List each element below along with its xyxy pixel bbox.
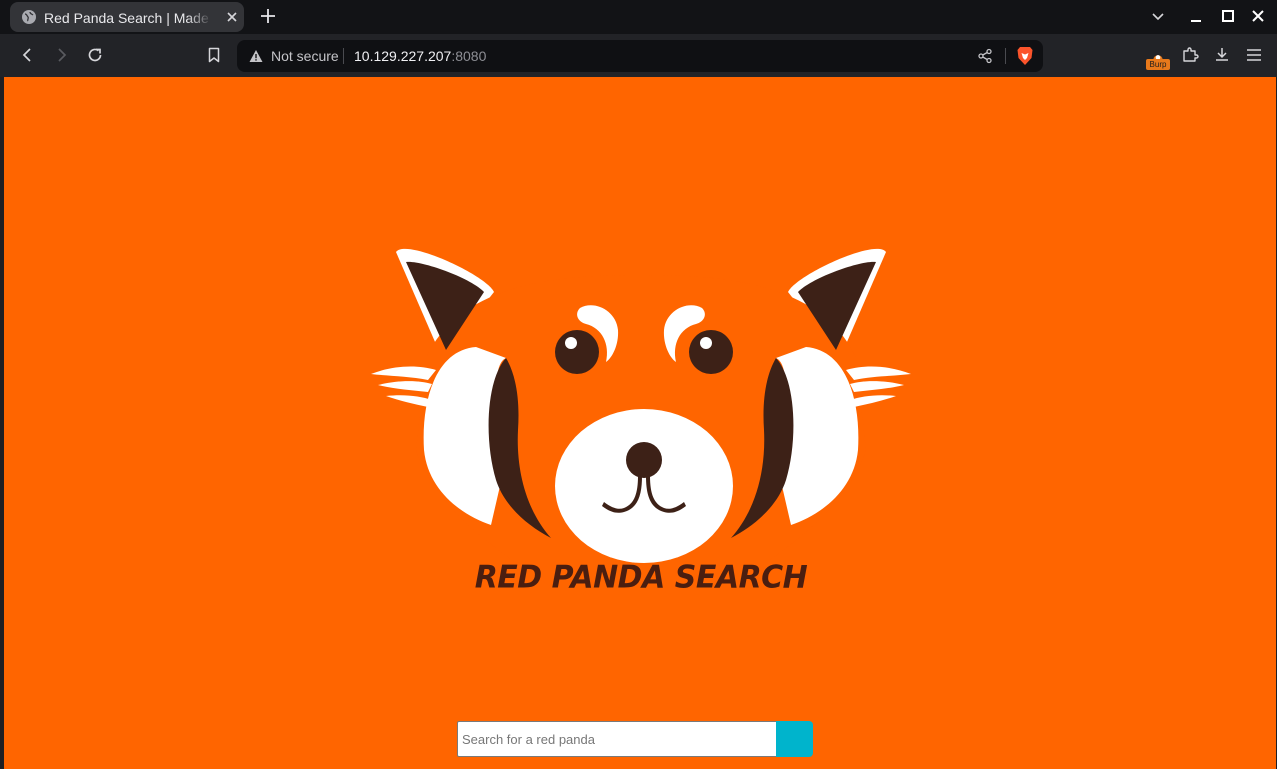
close-icon[interactable]: [224, 9, 240, 25]
tab-title: Red Panda Search | Made with Spring Boot: [44, 10, 212, 26]
search-button[interactable]: [776, 721, 813, 757]
url-host: 10.129.227.207: [354, 48, 452, 64]
hamburger-menu-icon[interactable]: [1244, 45, 1264, 65]
window-close-icon[interactable]: [1248, 6, 1268, 26]
brave-lion-icon[interactable]: [1016, 46, 1034, 66]
search-input[interactable]: [457, 721, 777, 757]
brand-title: RED PANDA SEARCH: [474, 559, 808, 596]
burp-label: Burp: [1146, 59, 1170, 70]
red-panda-logo: [371, 248, 911, 590]
warning-triangle-icon: [249, 50, 263, 62]
puzzle-icon[interactable]: [1180, 45, 1200, 65]
address-bar-divider: [1005, 48, 1006, 64]
plus-icon[interactable]: [258, 6, 278, 26]
chevron-down-icon[interactable]: [1148, 6, 1168, 26]
url-text[interactable]: 10.129.227.207:8080: [354, 47, 486, 65]
minimize-icon[interactable]: [1186, 6, 1206, 26]
browser-tab-active[interactable]: Red Panda Search | Made with Spring Boot: [10, 2, 244, 32]
arrow-right-icon[interactable]: [51, 45, 71, 65]
download-icon[interactable]: [1212, 45, 1232, 65]
address-bar-divider: [343, 48, 344, 64]
arrow-left-icon[interactable]: [18, 45, 38, 65]
browser-title-bar: Red Panda Search | Made with Spring Boot: [0, 0, 1277, 34]
share-icon[interactable]: [977, 48, 993, 64]
address-bar[interactable]: Not secure 10.129.227.207:8080: [237, 40, 1043, 72]
reload-icon[interactable]: [85, 45, 105, 65]
maximize-icon[interactable]: [1218, 6, 1238, 26]
url-port: :8080: [451, 48, 487, 64]
security-label[interactable]: Not secure: [271, 47, 339, 65]
burp-extension-button[interactable]: Burp: [1146, 47, 1170, 71]
page-content: RED PANDA SEARCH: [4, 77, 1276, 769]
globe-icon: [22, 10, 36, 24]
bookmark-icon[interactable]: [204, 45, 224, 65]
browser-toolbar: Not secure 10.129.227.207:8080 Burp: [0, 34, 1277, 77]
